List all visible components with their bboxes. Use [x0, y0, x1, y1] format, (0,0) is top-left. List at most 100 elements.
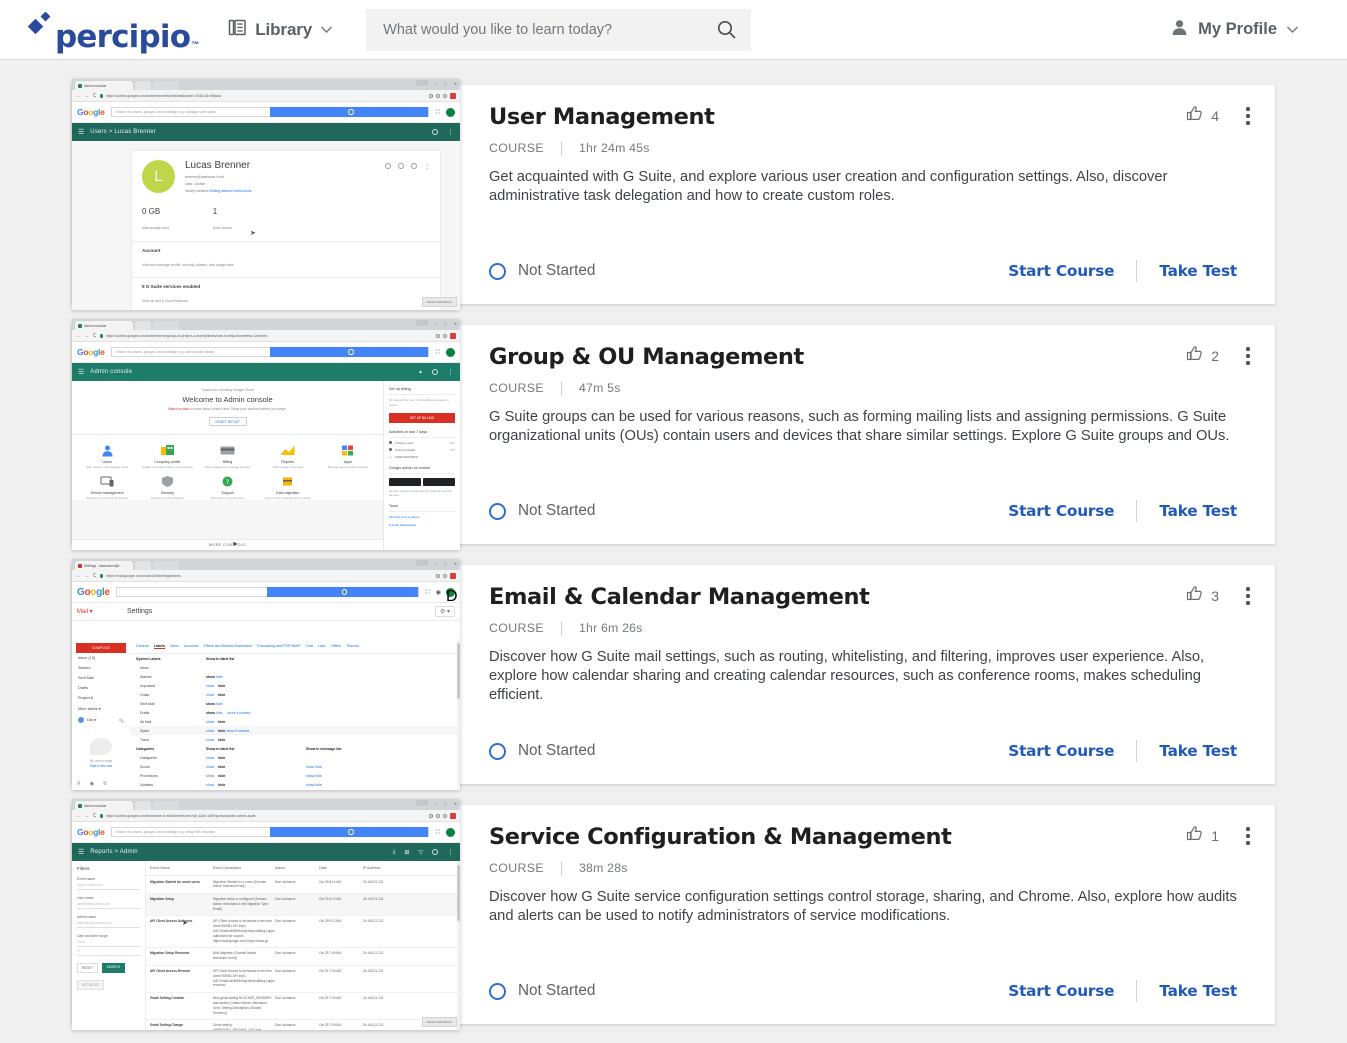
like-button[interactable]: 3 — [1186, 585, 1219, 607]
scrollbar[interactable] — [457, 861, 460, 1030]
more-options-button[interactable] — [1237, 103, 1259, 129]
favicon-icon — [78, 323, 82, 328]
google-bar: Google Search for users, groups, and set… — [72, 102, 460, 123]
search-bar[interactable] — [366, 8, 752, 51]
window-controls: − □ ✕ — [415, 80, 457, 86]
course-card: Admin console − □ ✕ ← → C https://admin.go… — [72, 319, 1275, 550]
help-icon — [432, 849, 438, 855]
course-thumbnail[interactable]: Admin console − □ ✕ ← → C https://admin.go… — [72, 319, 460, 550]
filter-buttons: RESET SEARCH — [77, 963, 140, 973]
mobile-title: Google admin on mobile — [389, 466, 455, 474]
course-description: Discover how G Suite mail settings, such… — [489, 648, 1205, 703]
tab-labels: Labels — [153, 644, 166, 649]
kebab-dot — [1246, 587, 1250, 591]
start-course-button[interactable]: Start Course — [1008, 502, 1114, 520]
link-divider — [1136, 980, 1138, 1002]
course-thumbnail[interactable]: Admin console − □ ✕ ← → C https://admin.go… — [72, 79, 460, 310]
course-links: Start Course Take Test — [1008, 260, 1237, 282]
course-thumbnail[interactable]: Settings - dlachance@t... − □ ✕ ← → C http… — [72, 559, 460, 790]
admin-breadcrumb: Admin console — [90, 369, 133, 375]
browser-url: https://mail.google.com/mail/u/0/#settin… — [106, 573, 181, 578]
course-actions: Not Started Start Course Take Test — [489, 500, 1237, 522]
kebab-dot — [1246, 121, 1250, 125]
scrollbar[interactable] — [457, 639, 460, 790]
kebab-dot — [1246, 354, 1250, 358]
course-title[interactable]: Service Configuration & Management — [489, 824, 1237, 851]
table-row: Migration Setup Migration setup is config… — [146, 893, 460, 916]
status-badge: Not Started — [489, 262, 595, 280]
start-course-button[interactable]: Start Course — [1008, 982, 1114, 1000]
avatar — [446, 347, 455, 357]
tools-title: Tools — [389, 504, 455, 513]
take-test-button[interactable]: Take Test — [1159, 262, 1237, 280]
course-description: G Suite groups can be used for various r… — [489, 408, 1230, 444]
extension-icon — [450, 572, 456, 579]
tab-offline: Offline — [330, 644, 342, 648]
notification-icon: ▲ — [418, 369, 423, 375]
like-count: 2 — [1211, 348, 1219, 364]
more-options-button[interactable] — [1237, 823, 1259, 849]
course-card: Settings - dlachance@t... − □ ✕ ← → C http… — [72, 559, 1275, 790]
label-row: All Mail show hide — [140, 719, 226, 724]
admin-app-grid: Users Add, rename, and manage users Compa… — [72, 435, 383, 501]
status-label: Not Started — [518, 502, 596, 519]
label-row: Starred show hide — [140, 674, 223, 679]
like-button[interactable]: 2 — [1186, 345, 1219, 367]
thumbs-up-icon — [1186, 345, 1203, 367]
company-profile-icon — [159, 444, 176, 457]
admin-search: Search for users, groups, and settings (… — [110, 827, 429, 837]
search-input[interactable] — [383, 21, 717, 38]
more-options-button[interactable] — [1237, 343, 1259, 369]
like-button[interactable]: 4 — [1186, 105, 1219, 127]
course-actions: Not Started Start Course Take Test — [489, 980, 1237, 1002]
search-icon[interactable] — [716, 19, 737, 40]
extension-icon — [450, 332, 456, 339]
hamburger-icon: ☰ — [78, 848, 85, 856]
nav-library[interactable]: Library — [228, 18, 333, 42]
back-forward-reload-icons: ← → C — [76, 812, 98, 819]
billing-sub: 20 days left for your G Suite Business t… — [389, 398, 449, 407]
admin-search: Search for users, groups, and settings (… — [110, 347, 429, 357]
welcome-pre: Thanks for choosing Google Cloud — [201, 388, 254, 392]
stat-docs: 1 Does owned — [212, 206, 232, 230]
admin-breadcrumb: Reports > Admin — [90, 849, 138, 855]
nav-item: Inbox (19) — [78, 656, 96, 660]
thumbnail-content: Thanks for choosing Google Cloud Welcome… — [72, 381, 460, 550]
course-duration: 1hr 6m 26s — [579, 621, 643, 636]
percipio-logo[interactable]: percipio ™ — [28, 9, 199, 52]
new-tab-button — [135, 561, 151, 570]
take-test-button[interactable]: Take Test — [1159, 502, 1237, 520]
window-controls: − □ ✕ — [415, 320, 457, 326]
like-button[interactable]: 1 — [1186, 825, 1219, 847]
admin-search-button — [269, 347, 428, 357]
urlbar-icons — [436, 572, 456, 579]
kebab-icon: ⋮ — [447, 129, 454, 136]
rename-icon — [398, 163, 404, 169]
person-add-icon: ⚲ — [77, 781, 81, 787]
kebab-dot — [1246, 601, 1250, 605]
take-test-button[interactable]: Take Test — [1159, 742, 1237, 760]
course-details: Email & Calendar Management COURSE 1hr 6… — [474, 565, 1275, 784]
google-bar: Google Search for users, groups, and set… — [72, 342, 460, 363]
chevron-down-icon — [320, 21, 333, 39]
course-details: Service Configuration & Management COURS… — [474, 805, 1275, 1024]
admin-app-tile: Security Manage security features — [138, 475, 196, 500]
search-icon: 🔍 — [119, 717, 124, 723]
status-circle-icon — [489, 982, 506, 1000]
compose-button: COMPOSE — [76, 643, 126, 653]
more-options-button[interactable] — [1237, 583, 1259, 609]
start-course-button[interactable]: Start Course — [1008, 742, 1114, 760]
course-title[interactable]: User Management — [489, 104, 1237, 131]
browser-url: https://admin.google.com/techshare-it.ne… — [106, 813, 256, 818]
nav-item: Starred — [78, 666, 91, 670]
start-course-button[interactable]: Start Course — [1008, 262, 1114, 280]
admin-appbar: ☰ Users > Lucas Brenner ⋮ — [72, 123, 460, 141]
profile-menu[interactable]: My Profile — [1170, 18, 1321, 42]
chevron-down-icon — [1286, 21, 1299, 39]
person-icon — [1170, 18, 1189, 42]
course-thumbnail[interactable]: Admin console − □ ✕ ← → C https://admin.go… — [72, 799, 460, 1030]
course-title[interactable]: Email & Calendar Management — [489, 584, 1237, 611]
take-test-button[interactable]: Take Test — [1159, 982, 1237, 1000]
status-label: Not Started — [518, 982, 596, 999]
course-title[interactable]: Group & OU Management — [489, 344, 1237, 371]
